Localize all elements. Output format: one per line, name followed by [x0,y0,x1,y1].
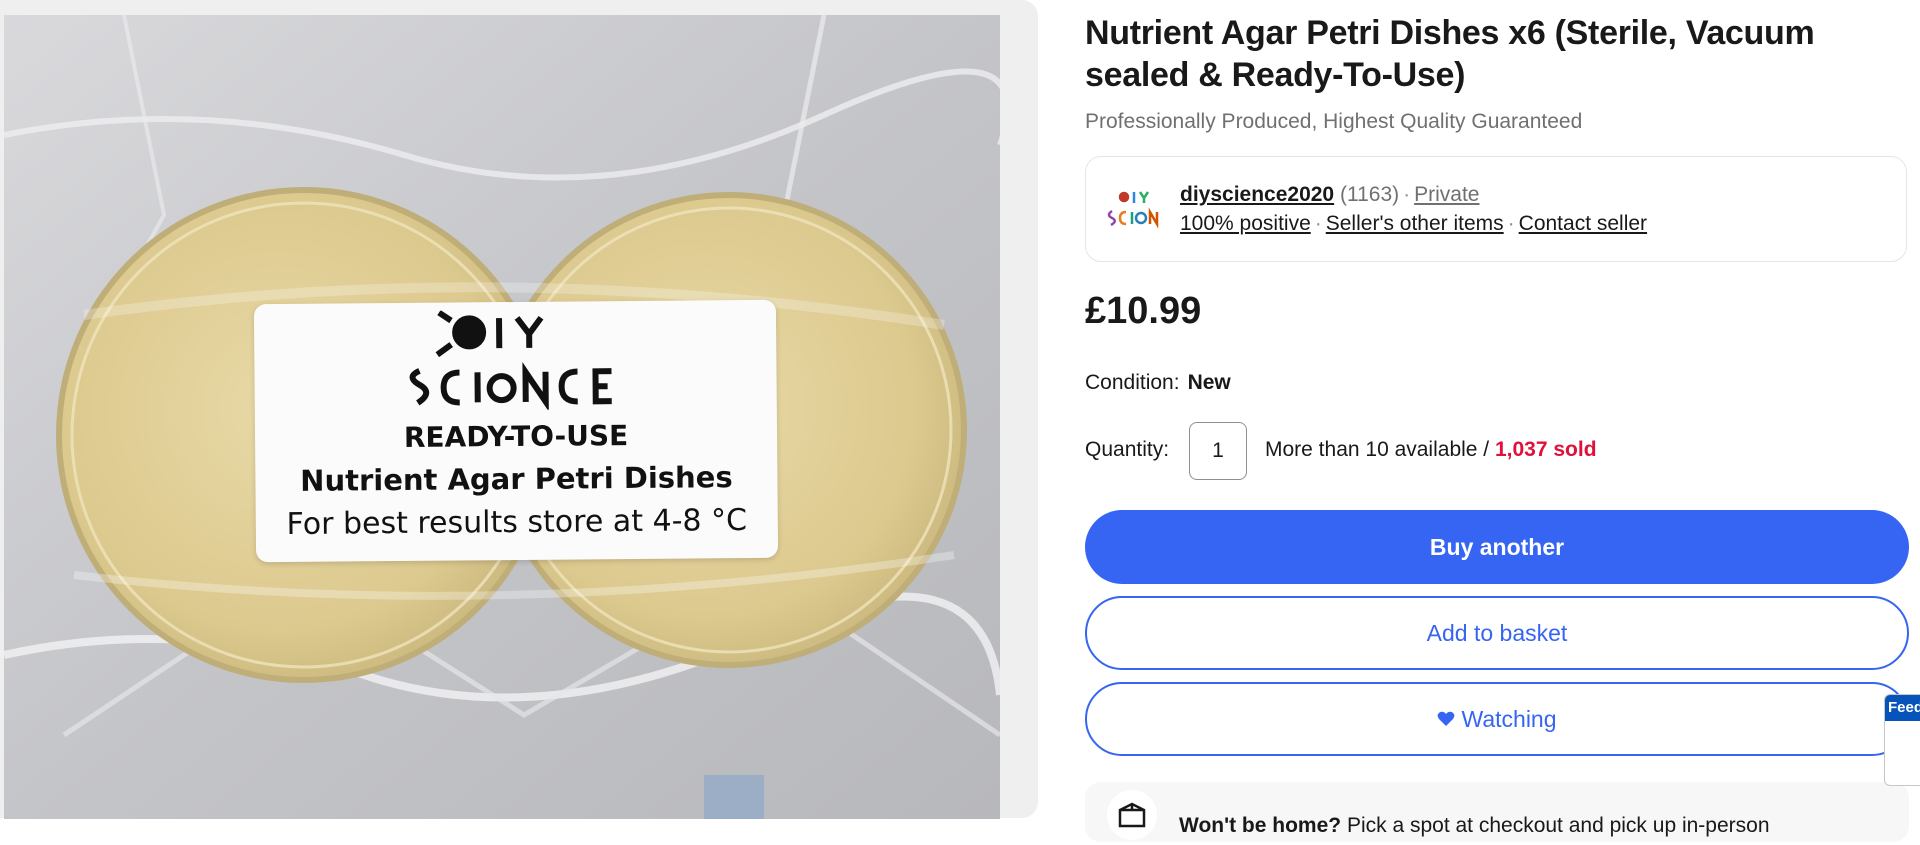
seller-feedback-count: (1163) [1340,183,1399,206]
seller-type-link[interactable]: Private [1414,183,1479,206]
buy-another-label: Buy another [1430,534,1564,561]
condition-value: New [1188,371,1231,394]
feedback-tab-label: Feedback [1885,695,1920,721]
diy-science-logo [399,309,632,411]
separator-dot: · [1508,212,1515,235]
listing-subtitle: Professionally Produced, Highest Quality… [1085,110,1582,134]
availability-count: More than 10 available / [1265,438,1489,461]
delivery-text: Won't be home? Pick a spot at checkout a… [1179,814,1770,838]
condition-row: Condition: New [1085,371,1231,395]
positive-feedback-link[interactable]: 100% positive [1180,212,1311,235]
condition-label: Condition: [1085,371,1180,394]
seller-card: diyscience2020 (1163)·Private 100% posit… [1085,156,1907,262]
quantity-label: Quantity: [1085,438,1169,462]
seller-logo[interactable] [1104,187,1164,233]
add-to-basket-button[interactable]: Add to basket [1085,596,1909,670]
buy-another-button[interactable]: Buy another [1085,510,1909,584]
separator-dot: · [1403,183,1410,206]
sold-count: 1,037 sold [1495,438,1597,461]
add-to-basket-label: Add to basket [1427,620,1568,647]
delivery-info-box: Won't be home? Pick a spot at checkout a… [1085,782,1909,842]
seller-name-link[interactable]: diyscience2020 [1180,183,1334,206]
seller-row-identity: diyscience2020 (1163)·Private [1180,183,1479,207]
package-icon [1107,790,1157,840]
listing-title: Nutrient Agar Petri Dishes x6 (Sterile, … [1085,12,1845,96]
quantity-input[interactable] [1189,422,1247,480]
separator-dot: · [1315,212,1322,235]
watching-label: Watching [1461,706,1556,733]
label-storage-note: For best results store at 4-8 °C [256,503,778,543]
product-label: READY-TO-USE Nutrient Agar Petri Dishes … [254,300,778,563]
availability-text: More than 10 available / 1,037 sold [1265,438,1597,462]
label-product-name: Nutrient Agar Petri Dishes [255,460,777,499]
seller-row-links: 100% positive·Seller's other items·Conta… [1180,212,1647,236]
contact-seller-link[interactable]: Contact seller [1519,212,1647,235]
image-gallery: READY-TO-USE Nutrient Agar Petri Dishes … [0,0,1038,818]
item-price: £10.99 [1085,290,1201,333]
seller-other-items-link[interactable]: Seller's other items [1326,212,1504,235]
delivery-heading: Won't be home? [1179,814,1341,837]
label-heading: READY-TO-USE [255,418,777,456]
delivery-description: Pick a spot at checkout and pick up in-p… [1347,814,1770,837]
watching-button[interactable]: Watching [1085,682,1909,756]
feedback-tab[interactable]: Feedback [1884,694,1920,786]
heart-icon [1437,711,1455,727]
package-icon-wrapper [1107,790,1157,840]
product-photo[interactable]: READY-TO-USE Nutrient Agar Petri Dishes … [4,15,1000,819]
